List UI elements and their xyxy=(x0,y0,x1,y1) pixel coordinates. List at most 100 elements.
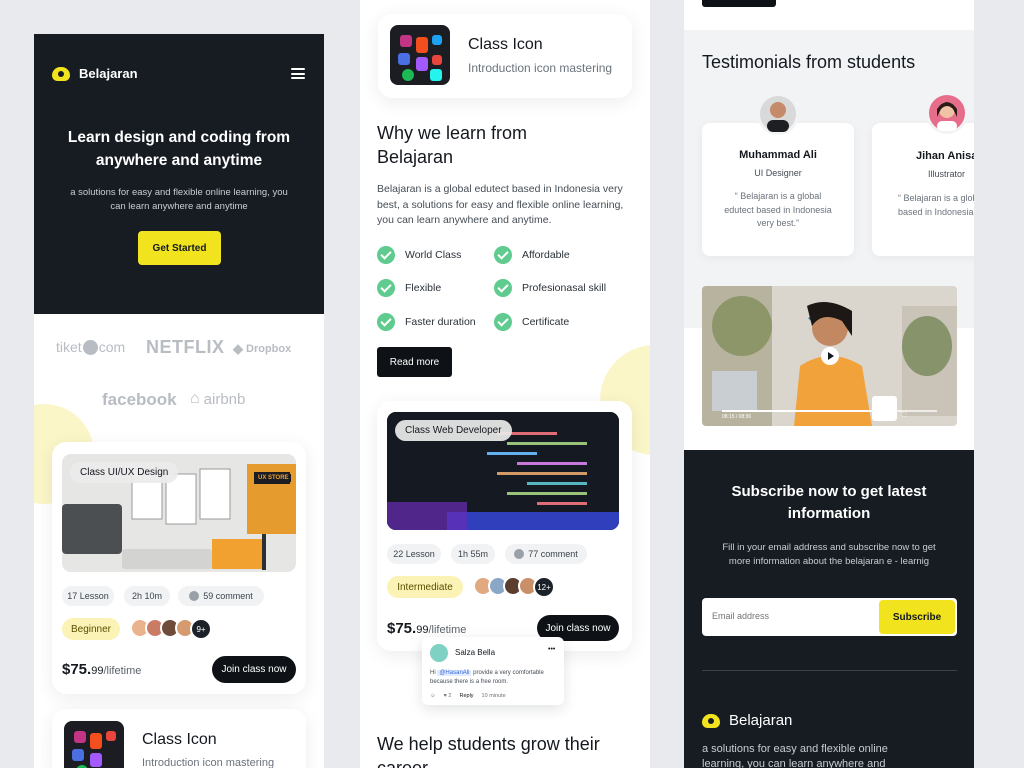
thumb-brand-label: UX STORE xyxy=(256,474,291,482)
comment-author: Salza Bella xyxy=(455,648,496,657)
tiket-dot-icon xyxy=(82,339,98,355)
class-icon-title: Class Icon xyxy=(468,36,543,53)
class-icon-subtitle: Introduction icon mastering xyxy=(142,757,275,768)
course-price: $75.99/lifetime xyxy=(387,620,466,637)
more-options-icon[interactable]: ••• xyxy=(548,646,555,653)
comment-icon xyxy=(189,591,200,601)
check-icon xyxy=(494,279,512,297)
brand-logo[interactable]: Belajaran xyxy=(52,66,138,81)
feature-label: World Class xyxy=(405,249,462,261)
partner-logo-tiket: tiket com xyxy=(56,339,125,355)
testimonial-quote: “ Belajaran is a global edutect based in… xyxy=(724,191,832,228)
feature-item: Certificate xyxy=(494,313,569,331)
partner-airbnb-text: airbnb xyxy=(203,390,246,408)
price-period: /lifetime xyxy=(428,624,467,636)
more-students-badge: 12+ xyxy=(533,576,555,598)
settings-icon[interactable]: ✲ xyxy=(891,413,896,420)
student-avatars: 12+ xyxy=(473,576,555,598)
top-button-fragment[interactable] xyxy=(702,0,776,7)
divider xyxy=(702,670,957,671)
why-description: Belajaran is a global edutect based in I… xyxy=(377,183,624,226)
video-player[interactable]: 08:15 / 08:36 ◂ ✲ ⛶ xyxy=(702,286,957,426)
testimonial-name: Muhammad Ali xyxy=(739,149,817,161)
feature-item: World Class xyxy=(377,246,461,264)
hero-title: Learn design and coding from anywhere an… xyxy=(67,129,291,169)
partner-logo-airbnb: ⌂ airbnb xyxy=(190,390,245,408)
comment-icon xyxy=(514,549,525,559)
feature-item: Affordable xyxy=(494,246,570,264)
course-thumbnail: Class UI/UX Design UX STORE xyxy=(62,454,296,572)
subscribe-description: Fill in your email address and subscribe… xyxy=(722,542,936,567)
feature-item: Profesionasal skill xyxy=(494,279,606,297)
menu-icon[interactable] xyxy=(291,68,305,79)
comment-count: 77 comment xyxy=(528,549,578,559)
video-timestamp: 08:15 / 08:36 xyxy=(722,414,752,420)
why-title: Why we learn from Belajaran xyxy=(377,123,528,167)
comment-chip: 59 comment xyxy=(178,586,264,606)
feature-label: Flexible xyxy=(405,282,442,294)
testimonial-card: Jihan Anisa Illustrator “ Belajaran is a… xyxy=(872,123,974,256)
class-icon-thumbnail xyxy=(390,25,450,85)
like-count-value: 2 xyxy=(448,693,452,699)
price-main: $75. xyxy=(387,620,417,637)
check-icon xyxy=(494,246,512,264)
course-card-web[interactable]: Class Web Developer 22 Lesson 1h 55m 77 … xyxy=(377,401,632,651)
subscribe-title: Subscribe now to get latest information xyxy=(731,483,927,522)
lesson-count-chip: 22 Lesson xyxy=(387,544,441,564)
price-period: /lifetime xyxy=(103,665,142,677)
read-more-button[interactable]: Read more xyxy=(377,347,452,377)
belajaran-logo-icon xyxy=(52,66,70,81)
fullscreen-icon[interactable]: ⛶ xyxy=(902,413,906,420)
feature-label: Affordable xyxy=(522,249,570,261)
price-cents: 99 xyxy=(416,624,429,636)
footer-brand[interactable]: Belajaran xyxy=(702,712,792,729)
course-card-uiux[interactable]: Class UI/UX Design UX STORE 17 Lesson 2h… xyxy=(52,442,306,694)
more-students-badge: 9+ xyxy=(190,618,212,640)
comment-count: 59 comment xyxy=(203,591,253,601)
airbnb-icon: ⌂ xyxy=(190,390,200,407)
level-badge: Beginner xyxy=(62,618,120,640)
partner-logo-facebook: facebook xyxy=(102,390,177,409)
check-icon xyxy=(494,313,512,331)
emoji-icon[interactable]: ☺ xyxy=(430,693,436,699)
person-icon xyxy=(937,102,957,131)
join-class-button[interactable]: Join class now xyxy=(212,656,296,683)
mobile-screen-testimonials: Testimonials from students Muhammad Ali … xyxy=(684,0,974,768)
get-started-button[interactable]: Get Started xyxy=(138,231,221,265)
check-icon xyxy=(377,279,395,297)
comment-actions: ☺ ♥ 2 Reply 10 minute xyxy=(430,693,506,699)
feature-item: Faster duration xyxy=(377,313,476,331)
reply-button[interactable]: Reply xyxy=(459,693,473,699)
feature-label: Profesionasal skill xyxy=(522,282,607,294)
testimonial-role: Illustrator xyxy=(928,169,966,179)
hero-section: Belajaran Learn design and coding from a… xyxy=(34,34,324,314)
like-count[interactable]: ♥ 2 xyxy=(444,693,452,699)
course-tag: Class Web Developer xyxy=(395,420,512,441)
testimonial-name: Jihan Anisa xyxy=(916,150,974,162)
price-cents: 99 xyxy=(91,665,104,677)
class-icon-card[interactable]: Class Icon Introduction icon mastering xyxy=(378,14,632,98)
email-input[interactable] xyxy=(712,598,872,634)
lesson-count-chip: 17 Lesson xyxy=(62,586,114,606)
mobile-screen-about: Class Icon Introduction icon mastering W… xyxy=(360,0,650,768)
partner-com-text: com xyxy=(98,339,126,355)
partner-logo-netflix: NETFLIX xyxy=(146,337,225,357)
comment-chip: 77 comment xyxy=(505,544,587,564)
duration-chip: 1h 55m xyxy=(451,544,495,564)
comment-mention[interactable]: @HasanAli xyxy=(437,670,472,676)
play-icon[interactable] xyxy=(821,347,839,365)
volume-icon[interactable]: ◂ xyxy=(882,413,885,420)
footer-brand-name: Belajaran xyxy=(729,712,793,729)
subscribe-form: Subscribe xyxy=(702,598,957,636)
duration-chip: 2h 10m xyxy=(124,586,170,606)
course-tag: Class UI/UX Design xyxy=(70,462,179,483)
student-avatars: 9+ xyxy=(130,618,212,640)
person-icon xyxy=(767,102,789,132)
hero-subtitle: a solutions for easy and flexible online… xyxy=(70,187,288,212)
partner-dropbox-text: Dropbox xyxy=(246,343,292,355)
testimonial-card: Muhammad Ali UI Designer “ Belajaran is … xyxy=(702,123,854,256)
class-icon-subtitle: Introduction icon mastering xyxy=(468,61,613,75)
class-icon-card[interactable]: Class Icon Introduction icon mastering xyxy=(52,709,306,768)
comment-prefix: Hi xyxy=(430,670,436,676)
subscribe-button[interactable]: Subscribe xyxy=(879,600,955,634)
